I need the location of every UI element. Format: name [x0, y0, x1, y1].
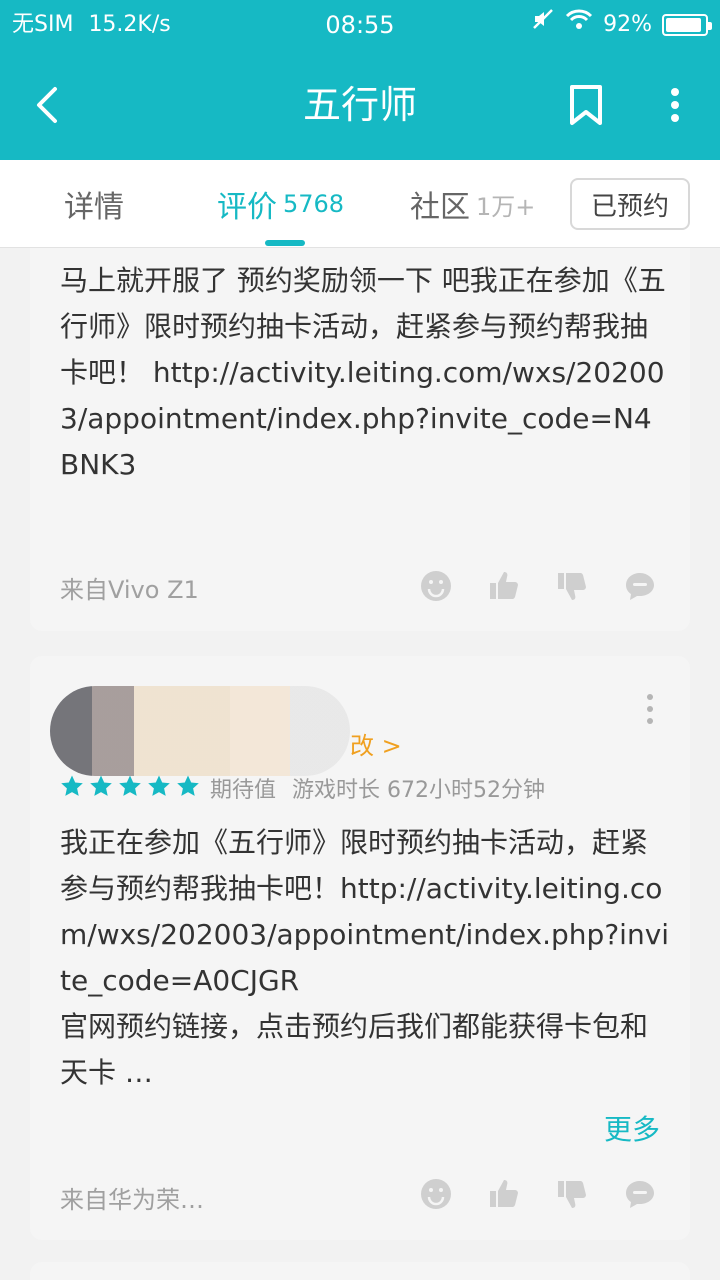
- play-time: 游戏时长 672小时52分钟: [292, 778, 545, 803]
- dislike-button[interactable]: [552, 566, 592, 606]
- review-meta: 期待值 游戏时长 672小时52分钟: [210, 772, 545, 804]
- tab-label: 社区: [410, 190, 470, 225]
- comment-button[interactable]: [620, 566, 660, 606]
- emoji-react-button[interactable]: [416, 566, 456, 606]
- expectation-label: 期待值: [210, 778, 277, 803]
- bookmark-button[interactable]: [562, 81, 610, 129]
- thumb-up-icon: [490, 1180, 518, 1207]
- star-icon: [177, 775, 199, 796]
- tab-community[interactable]: 社区 1万+: [410, 160, 535, 248]
- bookmark-icon: [570, 85, 602, 125]
- tab-label: 详情: [64, 190, 124, 225]
- review-actions: [416, 566, 660, 606]
- tab-label: 评价: [217, 190, 277, 225]
- review-source: 来自华为荣…: [60, 1186, 204, 1214]
- battery-percent: 92%: [603, 12, 652, 37]
- comment-icon: [626, 1181, 654, 1208]
- wifi-icon: [565, 0, 593, 50]
- battery-icon: [662, 14, 712, 36]
- tab-count: 5768: [283, 190, 345, 218]
- status-right: 92%: [531, 0, 712, 50]
- emoji-icon: [421, 571, 451, 601]
- mute-icon: [531, 0, 555, 50]
- more-link[interactable]: 更多: [604, 1108, 660, 1148]
- tab-count: 1万+: [476, 192, 536, 221]
- blurred-user-info[interactable]: [50, 686, 350, 776]
- review-text: 我正在参加《五行师》限时预约抽卡活动，赶紧参与预约帮我抽卡吧！http://ac…: [60, 826, 670, 1089]
- app-screen: 无SIM 15.2K/s 08:55 92% 五行师 详情 评价 5768 社区…: [0, 0, 720, 1280]
- tab-details[interactable]: 详情: [64, 160, 124, 248]
- reserved-button[interactable]: 已预约: [570, 178, 690, 230]
- review-source: 来自Vivo Z1: [60, 576, 199, 604]
- active-tab-indicator: [265, 240, 305, 246]
- review-actions: [416, 1174, 660, 1214]
- star-icon: [61, 775, 83, 796]
- review-card: 改 > 期待值 游戏时长 672小时52分钟 我正在参加《五行师》限时预约抽卡活…: [30, 656, 690, 1240]
- dislike-button[interactable]: [552, 1174, 592, 1214]
- user-link[interactable]: 改 >: [350, 726, 402, 761]
- star-icon: [119, 775, 141, 796]
- dot: [647, 718, 653, 724]
- comment-button[interactable]: [620, 1174, 660, 1214]
- dot: [647, 706, 653, 712]
- review-menu-button[interactable]: [640, 694, 660, 724]
- more-options-button[interactable]: [660, 81, 690, 129]
- review-card-next: [30, 1262, 690, 1280]
- review-text: 马上就开服了 预约奖励领一下 吧我正在参加《五行师》限时预约抽卡活动，赶紧参与预…: [60, 264, 666, 481]
- star-icon: [148, 775, 170, 796]
- nav-bar: 五行师: [0, 55, 720, 155]
- more-vertical-icon: [671, 88, 679, 122]
- rating-stars: [60, 774, 200, 798]
- thumb-down-icon: [558, 1181, 586, 1208]
- emoji-react-button[interactable]: [416, 1174, 456, 1214]
- review-card: 马上就开服了 预约奖励领一下 吧我正在参加《五行师》限时预约抽卡活动，赶紧参与预…: [30, 248, 690, 631]
- dot: [647, 694, 653, 700]
- tab-bar: 详情 评价 5768 社区 1万+ 已预约: [0, 160, 720, 248]
- comment-icon: [626, 573, 654, 600]
- tab-reviews[interactable]: 评价 5768: [217, 160, 344, 248]
- app-header: 无SIM 15.2K/s 08:55 92% 五行师: [0, 0, 720, 160]
- like-button[interactable]: [484, 566, 524, 606]
- status-bar: 无SIM 15.2K/s 08:55 92%: [0, 0, 720, 50]
- thumb-up-icon: [490, 572, 518, 599]
- battery-level: [666, 18, 701, 32]
- like-button[interactable]: [484, 1174, 524, 1214]
- star-icon: [90, 775, 112, 796]
- thumb-down-icon: [558, 573, 586, 600]
- emoji-icon: [421, 1179, 451, 1209]
- page-title: 五行师: [302, 83, 417, 127]
